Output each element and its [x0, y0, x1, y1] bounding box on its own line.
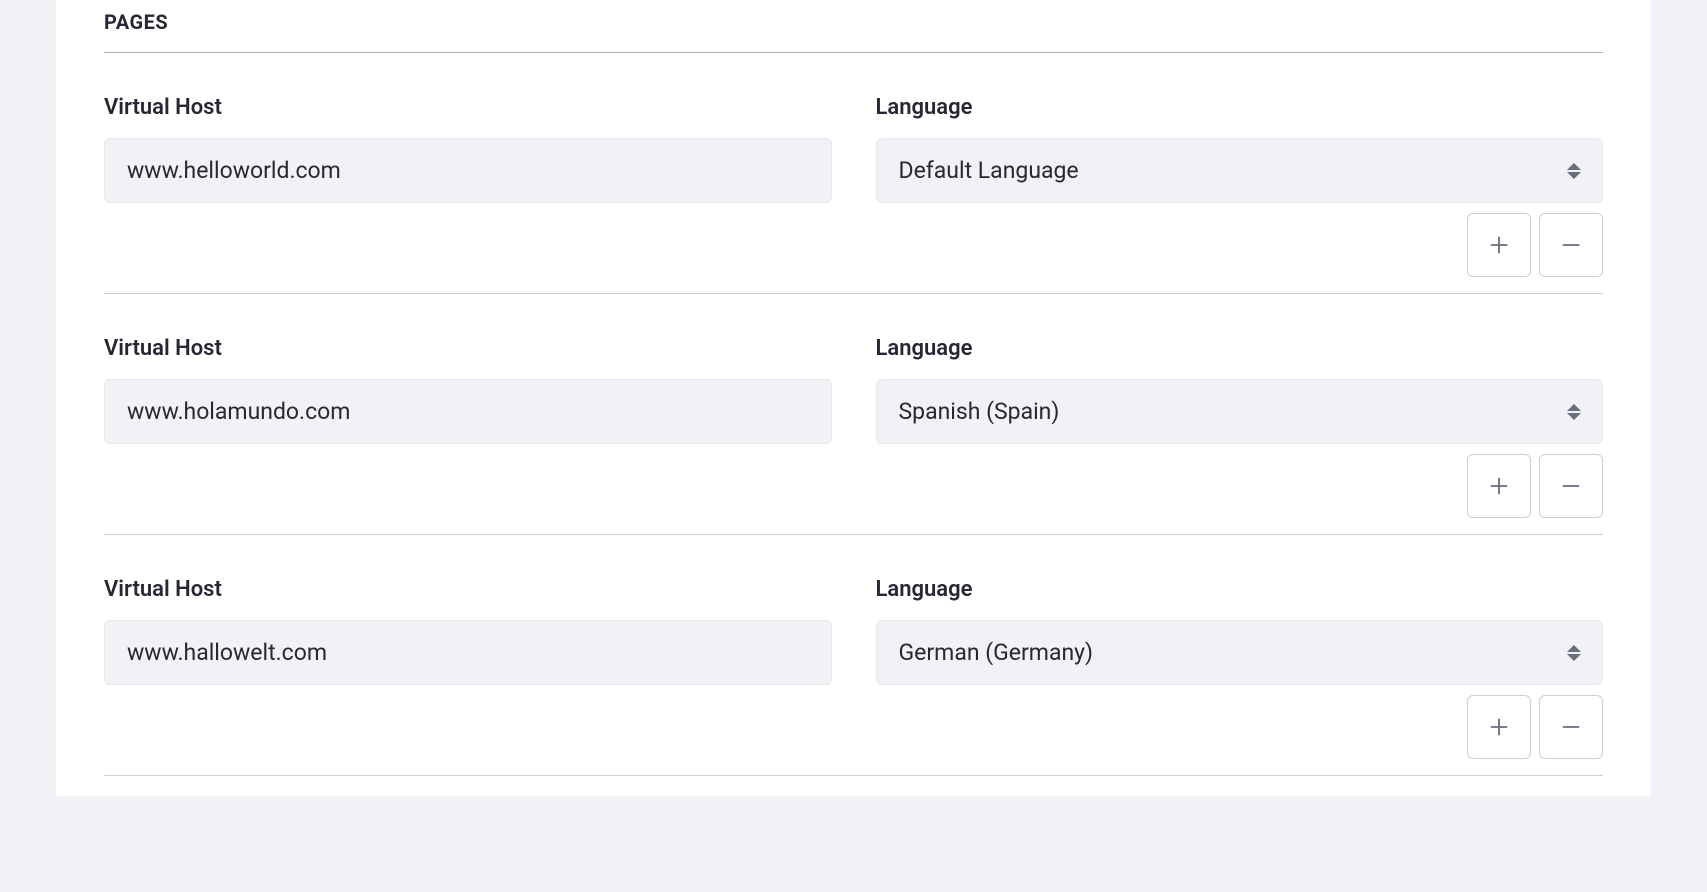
- language-select[interactable]: Spanish (Spain): [876, 379, 1604, 444]
- section-title: PAGES: [104, 0, 1603, 52]
- virtual-host-label: Virtual Host: [104, 577, 832, 602]
- add-row-button[interactable]: [1467, 213, 1531, 277]
- language-label: Language: [876, 95, 1604, 120]
- minus-icon: [1560, 475, 1582, 497]
- virtual-host-row: Virtual Host Language Spanish (Spain): [104, 294, 1603, 535]
- minus-icon: [1560, 234, 1582, 256]
- language-label: Language: [876, 577, 1604, 602]
- language-label: Language: [876, 336, 1604, 361]
- virtual-host-input[interactable]: [104, 379, 832, 444]
- plus-icon: [1488, 716, 1510, 738]
- plus-icon: [1488, 475, 1510, 497]
- remove-row-button[interactable]: [1539, 213, 1603, 277]
- virtual-host-label: Virtual Host: [104, 336, 832, 361]
- plus-icon: [1488, 234, 1510, 256]
- add-row-button[interactable]: [1467, 695, 1531, 759]
- language-select[interactable]: German (Germany): [876, 620, 1604, 685]
- language-select[interactable]: Default Language: [876, 138, 1604, 203]
- virtual-host-row: Virtual Host Language German (Germany): [104, 535, 1603, 776]
- pages-panel: PAGES Virtual Host Language Default Lang…: [56, 0, 1651, 796]
- remove-row-button[interactable]: [1539, 695, 1603, 759]
- minus-icon: [1560, 716, 1582, 738]
- remove-row-button[interactable]: [1539, 454, 1603, 518]
- virtual-host-row: Virtual Host Language Default Language: [104, 53, 1603, 294]
- virtual-host-label: Virtual Host: [104, 95, 832, 120]
- virtual-host-input[interactable]: [104, 138, 832, 203]
- add-row-button[interactable]: [1467, 454, 1531, 518]
- virtual-host-input[interactable]: [104, 620, 832, 685]
